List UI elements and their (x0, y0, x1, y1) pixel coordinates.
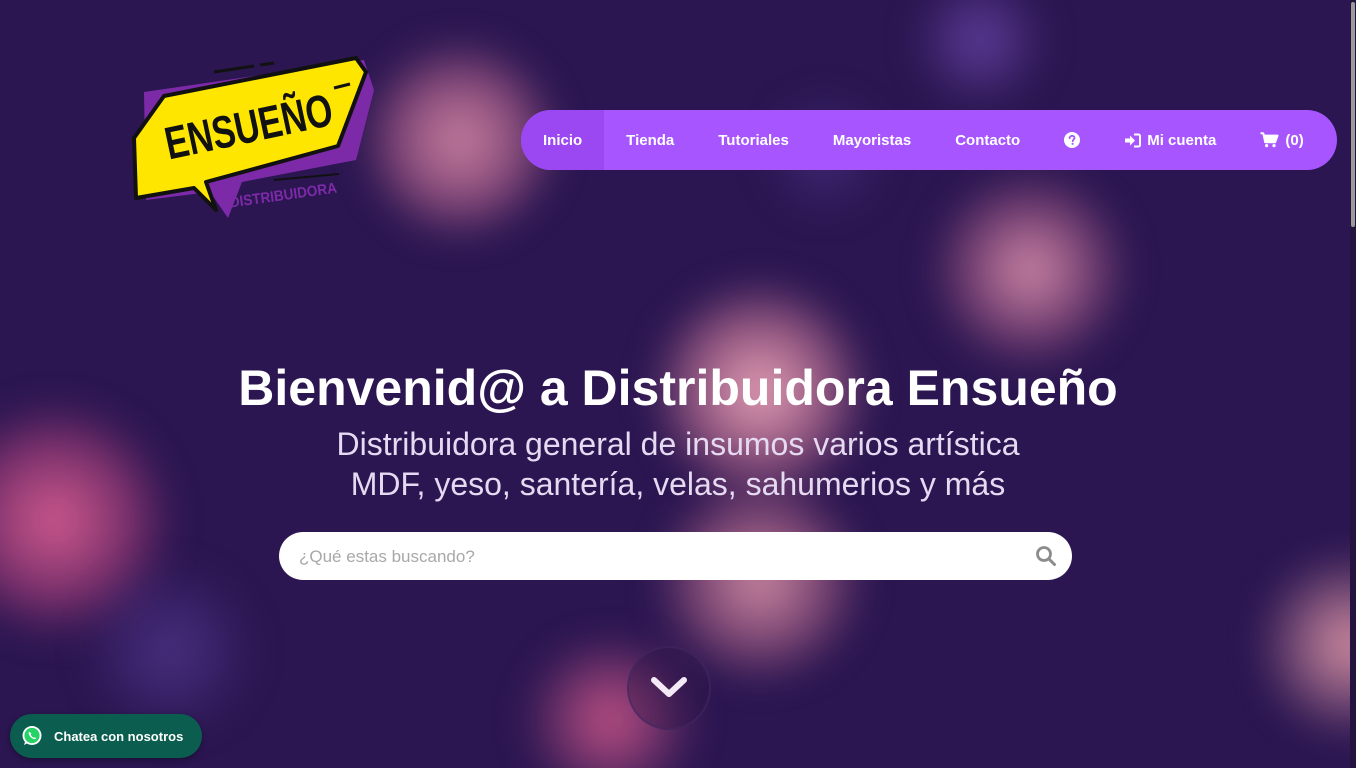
account-button[interactable]: Mi cuenta (1102, 110, 1238, 170)
whatsapp-chat-button[interactable]: Chatea con nosotros (10, 714, 202, 758)
nav-item-contacto[interactable]: Contacto (933, 110, 1042, 170)
whatsapp-label: Chatea con nosotros (54, 728, 184, 744)
nav-item-label: Tienda (626, 131, 675, 149)
bokeh-light (930, 170, 1130, 370)
cart-count: (0) (1285, 131, 1304, 149)
scroll-down-button[interactable] (627, 646, 711, 730)
nav-item-label: Contacto (955, 131, 1021, 149)
hero-subtitle-line1: Distribuidora general de insumos varios … (336, 426, 1020, 462)
logo-graphic: ENSUEÑO DISTRIBUIDORA (132, 56, 374, 218)
account-label: Mi cuenta (1147, 131, 1217, 149)
cart-button[interactable]: (0) (1238, 110, 1325, 170)
bokeh-light (910, 0, 1050, 110)
whatsapp-icon (22, 726, 42, 745)
hero-subtitle-line2: MDF, yeso, santería, velas, sahumerios y… (350, 466, 1006, 502)
main-nav: Inicio Tienda Tutoriales Mayoristas Cont… (521, 110, 1337, 170)
search-icon[interactable] (1034, 544, 1058, 568)
hero-title: Bienvenid@ a Distribuidora Ensueño (238, 360, 1118, 416)
sign-in-icon (1125, 133, 1142, 147)
question-circle-icon (1064, 132, 1081, 148)
chevron-down-icon (651, 677, 687, 697)
nav-item-tutoriales[interactable]: Tutoriales (696, 110, 811, 170)
page-scrollbar-thumb[interactable] (1351, 2, 1355, 227)
nav-item-inicio[interactable]: Inicio (521, 110, 605, 170)
bokeh-light (80, 560, 260, 740)
logo-subtext: DISTRIBUIDORA (229, 180, 338, 212)
hero-section: ENSUEÑO DISTRIBUIDORA Inicio Tienda Tuto… (0, 0, 1356, 768)
nav-item-label: Tutoriales (718, 131, 789, 149)
search-bar (279, 532, 1072, 582)
site-logo[interactable]: ENSUEÑO DISTRIBUIDORA (124, 50, 384, 230)
nav-item-mayoristas[interactable]: Mayoristas (811, 110, 933, 170)
search-input[interactable] (297, 532, 1031, 582)
shopping-cart-icon (1260, 132, 1279, 148)
nav-item-tienda[interactable]: Tienda (604, 110, 696, 170)
nav-item-label: Mayoristas (832, 131, 912, 149)
bokeh-light (1260, 540, 1356, 750)
nav-item-label: Inicio (543, 131, 583, 149)
help-button[interactable] (1042, 110, 1102, 170)
